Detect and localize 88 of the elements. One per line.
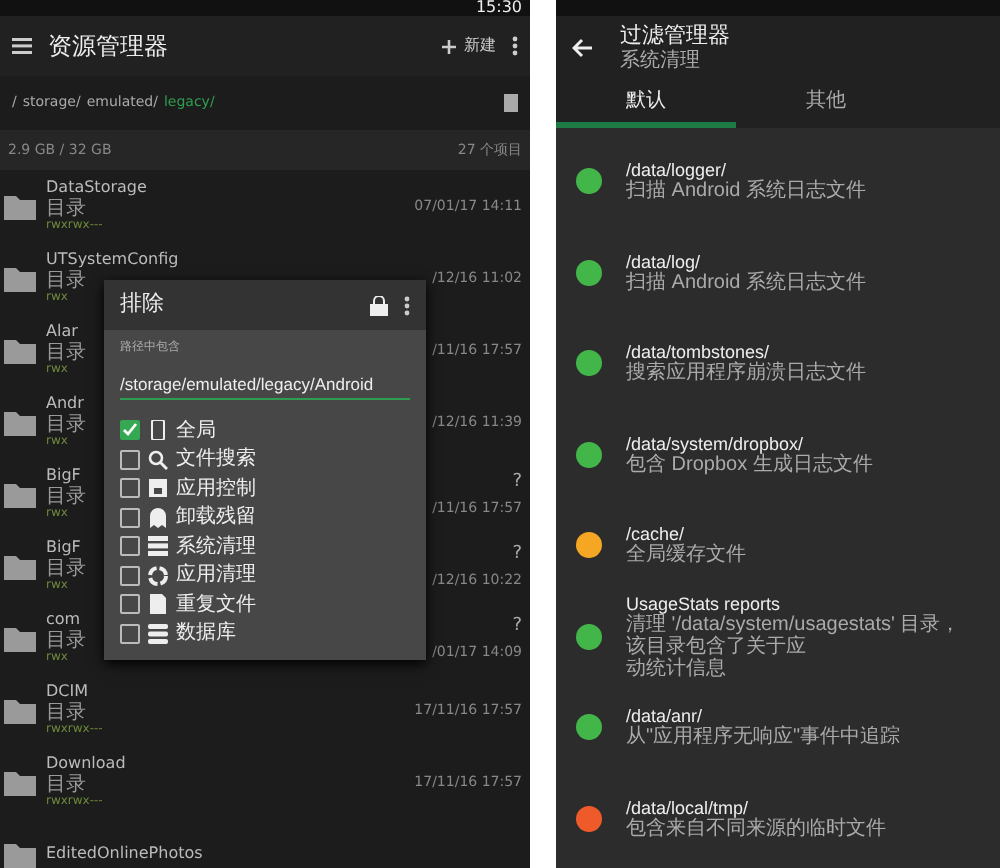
filter-description: 包含 Dropbox 生成日志文件 xyxy=(626,453,873,476)
file-type: 目录 xyxy=(46,197,86,220)
menu-icon[interactable] xyxy=(12,38,32,54)
file-type: 目录 xyxy=(46,701,86,724)
filter-path: /cache/ xyxy=(626,524,685,545)
checkbox[interactable] xyxy=(120,623,140,643)
option-label: 应用清理 xyxy=(176,561,256,590)
folder-icon xyxy=(4,769,36,795)
filter-description: 全局缓存文件 xyxy=(626,544,746,567)
status-time: 15:30 xyxy=(475,0,522,20)
app-title: 资源管理器 xyxy=(48,30,168,64)
unknown-mark: ? xyxy=(512,614,522,640)
checkbox[interactable] xyxy=(120,536,140,556)
folder-icon xyxy=(4,625,36,651)
filter-description: 扫描 Android 系统日志文件 xyxy=(626,180,867,203)
file-type: 目录 xyxy=(46,341,86,364)
file-name: Alar xyxy=(46,323,78,342)
file-type: 目录 xyxy=(46,557,86,580)
path-field[interactable]: /storage/emulated/legacy/Android xyxy=(120,372,410,400)
plus-icon xyxy=(442,39,456,53)
file-icon xyxy=(148,594,168,614)
filter-description: 扫描 Android 系统日志文件 xyxy=(626,271,867,294)
checkbox[interactable] xyxy=(120,478,140,498)
folder-icon xyxy=(4,553,36,579)
more-icon[interactable] xyxy=(404,295,410,315)
tab[interactable]: 其他 xyxy=(736,80,916,128)
filter-path: /data/local/tmp/ xyxy=(626,797,749,818)
dialog-title: 排除 xyxy=(120,288,164,321)
file-name: UTSystemConfig xyxy=(46,251,179,270)
file-name: DCIM xyxy=(46,683,89,702)
filter-description: 动统计信息 xyxy=(626,657,728,680)
option-label: 文件搜索 xyxy=(176,445,256,474)
filter-path: /data/anr/ xyxy=(626,706,705,727)
file-type: 目录 xyxy=(46,269,86,292)
folder-icon xyxy=(4,697,36,723)
option-label: 系统清理 xyxy=(176,533,256,561)
checkbox[interactable] xyxy=(120,449,140,469)
file-name: EditedOnlinePhotos xyxy=(46,845,203,863)
folder-icon xyxy=(4,409,36,435)
phone-icon xyxy=(148,420,168,440)
unknown-mark: ? xyxy=(512,470,522,496)
tab[interactable]: 默认 xyxy=(556,80,736,128)
filter-description: 从"应用程序无响应"事件中追踪 xyxy=(626,726,901,749)
screen-subtitle: 系统清理 xyxy=(620,49,702,72)
folder-icon xyxy=(4,337,36,363)
recycle-icon xyxy=(148,565,168,585)
filter-description: 清理 '/data/system/usagestats' 目录，该目录包含了关于应 xyxy=(626,613,963,658)
file-type: 目录 xyxy=(46,413,86,436)
filter-description: 搜索应用程序崩溃日志文件 xyxy=(626,362,866,385)
new-button[interactable]: 新建 xyxy=(442,34,496,58)
unknown-mark: ? xyxy=(512,542,522,568)
search-icon xyxy=(148,449,168,469)
folder-icon xyxy=(4,265,36,291)
filter-path: /data/logger/ xyxy=(626,160,729,181)
option-label: 全局 xyxy=(176,417,216,445)
filter-description: 包含来自不同来源的临时文件 xyxy=(626,817,886,840)
file-name: BigF xyxy=(46,467,81,486)
checkbox[interactable] xyxy=(120,420,140,440)
list-icon xyxy=(148,536,168,556)
lock-icon[interactable] xyxy=(370,295,388,315)
file-name: Andr xyxy=(46,395,84,414)
ghost-icon xyxy=(148,507,168,527)
option-label: 应用控制 xyxy=(176,475,256,503)
checkbox[interactable] xyxy=(120,594,140,614)
file-type: 目录 xyxy=(46,773,86,796)
filter-path: /data/tombstones/ xyxy=(626,342,770,363)
option-label: 重复文件 xyxy=(176,591,256,619)
filter-path: /data/system/dropbox/ xyxy=(626,433,806,454)
file-type: 目录 xyxy=(46,485,86,508)
database-icon xyxy=(148,623,168,643)
back-icon[interactable] xyxy=(572,38,592,58)
more-icon[interactable] xyxy=(512,36,518,56)
checkbox[interactable] xyxy=(120,565,140,585)
file-name: Download xyxy=(46,755,126,774)
app-icon xyxy=(148,478,168,498)
filter-path: /data/log/ xyxy=(626,251,703,272)
option-label: 数据库 xyxy=(176,619,236,648)
checkbox[interactable] xyxy=(120,507,140,527)
folder-icon xyxy=(4,193,36,219)
file-type: 目录 xyxy=(46,629,86,652)
option-label: 卸载残留 xyxy=(176,503,256,532)
folder-icon xyxy=(4,481,36,507)
folder-icon xyxy=(4,841,36,867)
filter-path: UsageStats reports xyxy=(626,593,783,614)
file-name: BigF xyxy=(46,539,81,558)
file-name: DataStorage xyxy=(46,179,147,198)
screen-title: 过滤管理器 xyxy=(620,24,730,49)
file-name: com xyxy=(46,611,81,630)
